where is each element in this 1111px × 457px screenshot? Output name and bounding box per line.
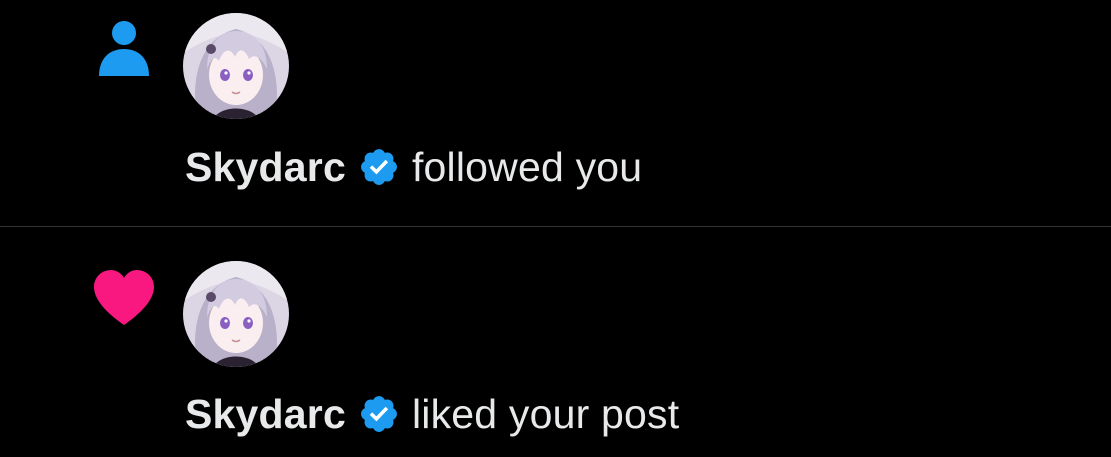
notification-action-text: liked your post [411,390,680,437]
notification-follow[interactable]: Skydarc followed you [0,0,1111,226]
username-link[interactable]: Skydarc [185,144,346,191]
verified-badge-icon [358,146,400,188]
heart-icon [92,267,156,331]
notification-like[interactable]: Skydarc liked your post [0,227,1111,457]
avatar[interactable] [183,261,289,367]
username-link[interactable]: Skydarc [185,391,346,438]
notification-text: Skydarc followed you [185,142,642,192]
notification-text: Skydarc liked your post [185,389,679,439]
verified-badge-icon [358,393,400,435]
person-icon [92,18,156,82]
avatar[interactable] [183,13,289,119]
notification-action-text: followed you [411,143,643,190]
